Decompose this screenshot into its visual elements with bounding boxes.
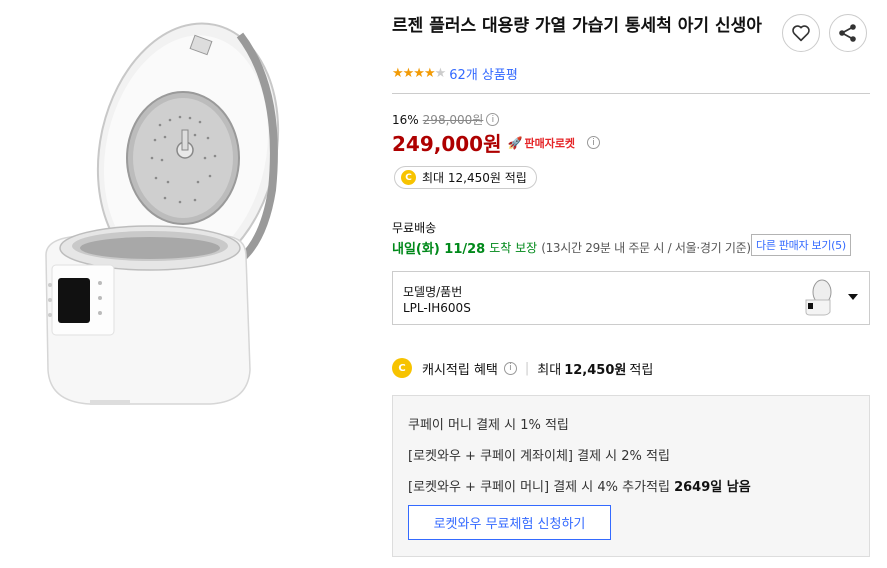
option-thumbnail [798, 278, 838, 318]
cash-prefix: 최대 [537, 362, 562, 378]
order-cutoff: (13시간 29분 내 주문 시 / 서울·경기 기준) [541, 241, 751, 255]
product-image[interactable] [20, 10, 320, 410]
chevron-down-icon [848, 294, 858, 300]
cash-reward-row: C 캐시적립 혜택 i | 최대 12,450원 적립 [392, 358, 653, 378]
wishlist-button[interactable] [782, 14, 820, 52]
shipping-label: 무료배송 [392, 221, 437, 235]
star-empty-icon: ★ [434, 66, 447, 81]
review-count-link[interactable]: 62개 상품평 [449, 64, 518, 83]
reward-text: 최대 12,450원 적립 [422, 171, 527, 185]
cash-amount: 12,450원 [564, 362, 627, 378]
cash-label: 캐시적립 혜택 [422, 362, 498, 378]
seller-rocket-label: 판매자로켓 [524, 136, 576, 150]
original-price-row: 16% 298,000원 i [392, 111, 500, 128]
info-icon[interactable]: i [503, 361, 517, 375]
product-title: 르젠 플러스 대용량 가열 가습기 통세척 아기 신생아 [392, 16, 762, 36]
other-sellers-button[interactable]: 다른 판매자 보기(5) [751, 234, 851, 256]
share-button[interactable] [829, 14, 867, 52]
rocket-wow-trial-button[interactable]: 로켓와우 무료체험 신청하기 [408, 505, 611, 540]
heart-icon [792, 25, 810, 42]
coin-icon: C [401, 170, 416, 185]
star-icon: ★★★★ [392, 66, 436, 81]
benefit-box: 쿠페이 머니 결제 시 1% 적립 [로켓와우 + 쿠페이 계좌이체] 결제 시… [392, 395, 870, 557]
coin-icon: C [392, 358, 412, 378]
model-option-select[interactable]: 모델명/품번 LPL-IH600S [392, 271, 870, 325]
option-value: LPL-IH600S [403, 301, 471, 315]
info-icon[interactable]: i [587, 136, 601, 149]
sale-price: 249,000원 [392, 132, 502, 156]
divider [392, 93, 870, 94]
rating-row: ★★★★★ 62개 상품평 [392, 64, 518, 83]
benefit-line: [로켓와우 + 쿠페이 계좌이체] 결제 시 2% 적립 [408, 449, 670, 464]
share-icon [839, 24, 856, 42]
arrival-date: 내일(화) 11/28 [392, 242, 486, 257]
rocket-icon: 🚀 [507, 135, 523, 150]
benefit-line: 쿠페이 머니 결제 시 1% 적립 [408, 418, 569, 433]
days-left: 2649일 남음 [674, 480, 751, 495]
rating-stars: ★★★★★ [392, 66, 447, 81]
seller-rocket-badge: 🚀 판매자로켓 [508, 135, 576, 151]
sale-price-row: 249,000원 🚀 판매자로켓 i [392, 128, 601, 157]
arrival-row: 내일(화) 11/28 도착 보장 (13시간 29분 내 주문 시 / 서울·… [392, 238, 751, 257]
option-label: 모델명/품번 [403, 285, 463, 299]
info-icon[interactable]: i [486, 113, 500, 126]
original-price: 298,000원 [422, 113, 484, 127]
reward-badge: C 최대 12,450원 적립 [394, 166, 537, 189]
separator: | [524, 360, 530, 376]
discount-rate: 16% [392, 112, 419, 127]
benefit-text: [로켓와우 + 쿠페이 머니] 결제 시 4% 추가적립 [408, 480, 670, 495]
cash-suffix: 적립 [629, 362, 654, 378]
arrival-guarantee: 도착 보장 [489, 241, 538, 255]
benefit-line: [로켓와우 + 쿠페이 머니] 결제 시 4% 추가적립 2649일 남음 [408, 476, 751, 495]
